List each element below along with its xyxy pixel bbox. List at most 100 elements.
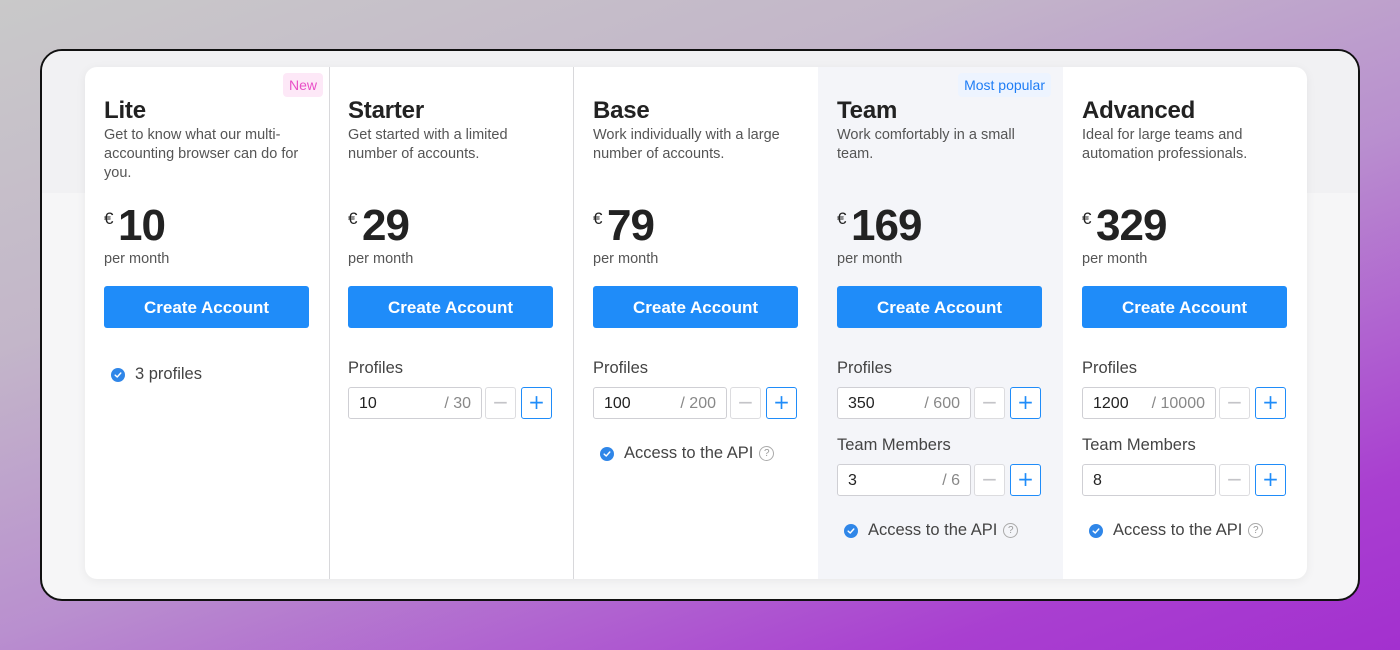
feature-label: Access to the API — [624, 444, 754, 462]
plus-icon: + — [1262, 390, 1279, 414]
currency-symbol: € — [593, 209, 603, 228]
currency-symbol: € — [1082, 209, 1092, 228]
profiles-stepper: 100 / 200 − + — [593, 387, 798, 419]
profiles-value: 350 — [848, 395, 875, 412]
team-members-max: / 6 — [942, 472, 960, 489]
create-account-button-team[interactable]: Create Account — [837, 286, 1042, 328]
profiles-max: / 10000 — [1151, 395, 1205, 412]
profiles-increment-button[interactable]: + — [521, 387, 552, 419]
profiles-input[interactable]: 1200 / 10000 — [1082, 387, 1216, 419]
plan-card-base: Base Work individually with a large numb… — [574, 67, 819, 579]
price-amount: 10 — [118, 201, 166, 250]
profiles-stepper: 10 / 30 − + — [348, 387, 553, 419]
profiles-label: Profiles — [348, 359, 404, 377]
plan-description: Work comfortably in a small team. — [837, 127, 1015, 162]
plus-icon: + — [1262, 467, 1279, 491]
profiles-max: / 200 — [680, 395, 716, 412]
profiles-decrement-button[interactable]: − — [485, 387, 516, 419]
profiles-stepper: 350 / 600 − + — [837, 387, 1042, 419]
check-circle-icon — [111, 367, 125, 382]
create-account-button-starter[interactable]: Create Account — [348, 286, 553, 328]
check-circle-icon — [1089, 523, 1103, 538]
question-circle-icon[interactable]: ? — [759, 446, 775, 461]
price-amount: 79 — [607, 201, 655, 250]
team-members-increment-button[interactable]: + — [1010, 464, 1041, 496]
profiles-decrement-button[interactable]: − — [730, 387, 761, 419]
profiles-input[interactable]: 10 / 30 — [348, 387, 482, 419]
price-amount: 29 — [362, 201, 410, 250]
currency-symbol: € — [837, 209, 847, 228]
plus-icon: + — [528, 390, 545, 414]
new-badge: New — [282, 73, 323, 97]
team-members-increment-button[interactable]: + — [1255, 464, 1286, 496]
minus-icon: − — [737, 390, 754, 414]
check-circle-icon — [600, 446, 614, 461]
plan-name: Starter — [348, 97, 424, 124]
pricing-table: New Lite Get to know what our multi-acco… — [85, 67, 1307, 579]
team-members-value: 3 — [848, 472, 857, 489]
minus-icon: − — [981, 467, 998, 491]
plan-name: Advanced — [1082, 97, 1196, 124]
profiles-increment-button[interactable]: + — [1255, 387, 1286, 419]
team-members-label: Team Members — [837, 436, 951, 454]
profiles-max: / 30 — [444, 395, 471, 412]
team-members-label: Team Members — [1082, 436, 1196, 454]
plan-description: Work individually with a large number of… — [593, 127, 780, 162]
feature-label: Access to the API — [1113, 521, 1243, 539]
profiles-increment-button[interactable]: + — [766, 387, 797, 419]
feature-profiles: 3 profiles — [111, 365, 202, 384]
feature-api-access: Access to the API ? — [1089, 521, 1264, 540]
team-members-value: 8 — [1093, 472, 1102, 489]
billing-period: per month — [1082, 251, 1148, 267]
profiles-input[interactable]: 350 / 600 — [837, 387, 971, 419]
plan-card-advanced: Advanced Ideal for large teams and autom… — [1063, 67, 1307, 579]
plus-icon: + — [1017, 467, 1034, 491]
plan-card-starter: Starter Get started with a limited numbe… — [329, 67, 574, 579]
billing-period: per month — [837, 251, 903, 267]
billing-period: per month — [104, 251, 170, 267]
question-circle-icon[interactable]: ? — [1248, 523, 1264, 538]
billing-period: per month — [593, 251, 659, 267]
profiles-stepper: 1200 / 10000 − + — [1082, 387, 1287, 419]
price-amount: 329 — [1096, 201, 1167, 250]
feature-api-access: Access to the API ? — [844, 521, 1019, 540]
profiles-decrement-button[interactable]: − — [974, 387, 1005, 419]
plan-card-team: Most popular Team Work comfortably in a … — [818, 67, 1063, 579]
plus-icon: + — [773, 390, 790, 414]
price-amount: 169 — [851, 201, 922, 250]
profiles-label: Profiles — [1082, 359, 1138, 377]
minus-icon: − — [492, 390, 509, 414]
profiles-value: 100 — [604, 395, 631, 412]
currency-symbol: € — [348, 209, 358, 228]
feature-api-access: Access to the API ? — [600, 444, 775, 463]
profiles-increment-button[interactable]: + — [1010, 387, 1041, 419]
profiles-value: 10 — [359, 395, 377, 412]
create-account-button-base[interactable]: Create Account — [593, 286, 798, 328]
team-members-input[interactable]: 8 — [1082, 464, 1216, 496]
plus-icon: + — [1017, 390, 1034, 414]
plan-description: Get to know what our multi-accounting br… — [104, 127, 299, 181]
plan-name: Base — [593, 97, 650, 124]
create-account-button-lite[interactable]: Create Account — [104, 286, 309, 328]
team-members-stepper: 8 − + — [1082, 464, 1287, 496]
question-circle-icon[interactable]: ? — [1003, 523, 1019, 538]
plan-card-lite: New Lite Get to know what our multi-acco… — [85, 67, 330, 579]
plan-name: Lite — [104, 97, 146, 124]
team-members-decrement-button[interactable]: − — [974, 464, 1005, 496]
minus-icon: − — [981, 390, 998, 414]
team-members-stepper: 3 / 6 − + — [837, 464, 1042, 496]
profiles-input[interactable]: 100 / 200 — [593, 387, 727, 419]
window-frame: New Lite Get to know what our multi-acco… — [40, 49, 1360, 601]
profiles-decrement-button[interactable]: − — [1219, 387, 1250, 419]
plan-description: Get started with a limited number of acc… — [348, 127, 508, 162]
check-circle-icon — [844, 523, 858, 538]
profiles-label: Profiles — [837, 359, 893, 377]
currency-symbol: € — [104, 209, 114, 228]
minus-icon: − — [1226, 467, 1243, 491]
team-members-input[interactable]: 3 / 6 — [837, 464, 971, 496]
create-account-button-advanced[interactable]: Create Account — [1082, 286, 1287, 328]
profiles-label: Profiles — [593, 359, 649, 377]
feature-label: Access to the API — [868, 521, 998, 539]
feature-label: 3 profiles — [135, 365, 202, 383]
team-members-decrement-button[interactable]: − — [1219, 464, 1250, 496]
